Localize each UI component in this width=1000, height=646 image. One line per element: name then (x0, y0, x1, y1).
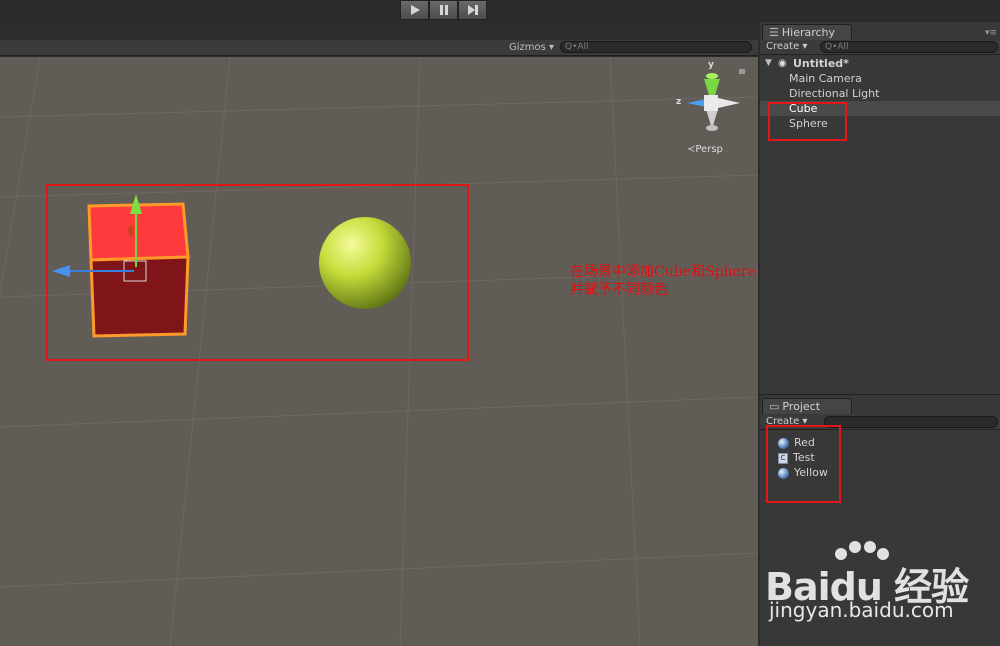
step-icon (467, 5, 478, 15)
main-toolbar (0, 0, 1000, 22)
baidu-watermark: Baidu 经验 jingyan.baidu.com (765, 540, 995, 630)
scene-name: Untitled* (793, 57, 849, 70)
annotation-text: 在场景中添加Cube和Sphere 并赋予不同颜色 (570, 263, 756, 299)
hierarchy-icon: ☰ (769, 26, 779, 39)
annotation-line-1: 在场景中添加Cube和Sphere (570, 264, 756, 280)
unity-scene-icon: ◉ (778, 58, 787, 69)
folder-icon: ▭ (769, 400, 780, 413)
pause-button[interactable] (429, 0, 458, 20)
hierarchy-search-input[interactable]: Q•All (820, 41, 998, 53)
hierarchy-item-main-camera[interactable]: Main Camera (760, 71, 1000, 86)
orientation-gizmo[interactable] (687, 69, 745, 131)
panel-divider (760, 394, 1000, 395)
scene-root-row[interactable]: ▼ ◉ Untitled* (760, 56, 1000, 71)
highlight-box-project (766, 425, 841, 503)
project-search-input[interactable] (824, 416, 998, 428)
gizmos-dropdown[interactable]: Gizmos ▾ (505, 41, 558, 55)
gizmo-y-label: y (708, 60, 714, 70)
tab-hierarchy-label: Hierarchy (781, 26, 836, 39)
step-button[interactable] (458, 0, 487, 20)
playback-controls (400, 0, 487, 20)
scene-view-header: Gizmos ▾ Q•All (0, 40, 758, 56)
tab-project-label: Project (782, 400, 821, 413)
highlight-box-hierarchy (768, 102, 847, 141)
panel-menu-icon[interactable]: ▾≡ (985, 28, 997, 38)
expand-arrow-icon[interactable]: ▼ (765, 56, 772, 71)
pause-icon (439, 5, 448, 15)
projection-toggle[interactable]: ≺Persp (687, 144, 723, 155)
tab-project[interactable]: ▭ Project (762, 398, 852, 414)
hierarchy-create-button[interactable]: Create ▾ (766, 41, 807, 52)
hierarchy-item-label: Main Camera (789, 72, 862, 85)
gizmo-z-label: z (676, 97, 682, 107)
tab-hierarchy[interactable]: ☰ Hierarchy (762, 24, 852, 40)
hierarchy-toolbar: Create ▾ Q•All (760, 40, 1000, 55)
hierarchy-item-label: Directional Light (789, 87, 880, 100)
highlight-box-scene-objects (46, 184, 469, 361)
hierarchy-item-directional-light[interactable]: Directional Light (760, 86, 1000, 101)
play-icon (410, 5, 420, 15)
scene-search-input[interactable]: Q•All (560, 41, 752, 53)
annotation-line-2: 并赋予不同颜色 (570, 282, 668, 298)
play-button[interactable] (400, 0, 429, 20)
watermark-url: jingyan.baidu.com (769, 598, 954, 622)
scene-view[interactable]: y z ≺Persp 在场景中添加Cube和Sphere 并赋予不同颜色 (0, 57, 758, 646)
